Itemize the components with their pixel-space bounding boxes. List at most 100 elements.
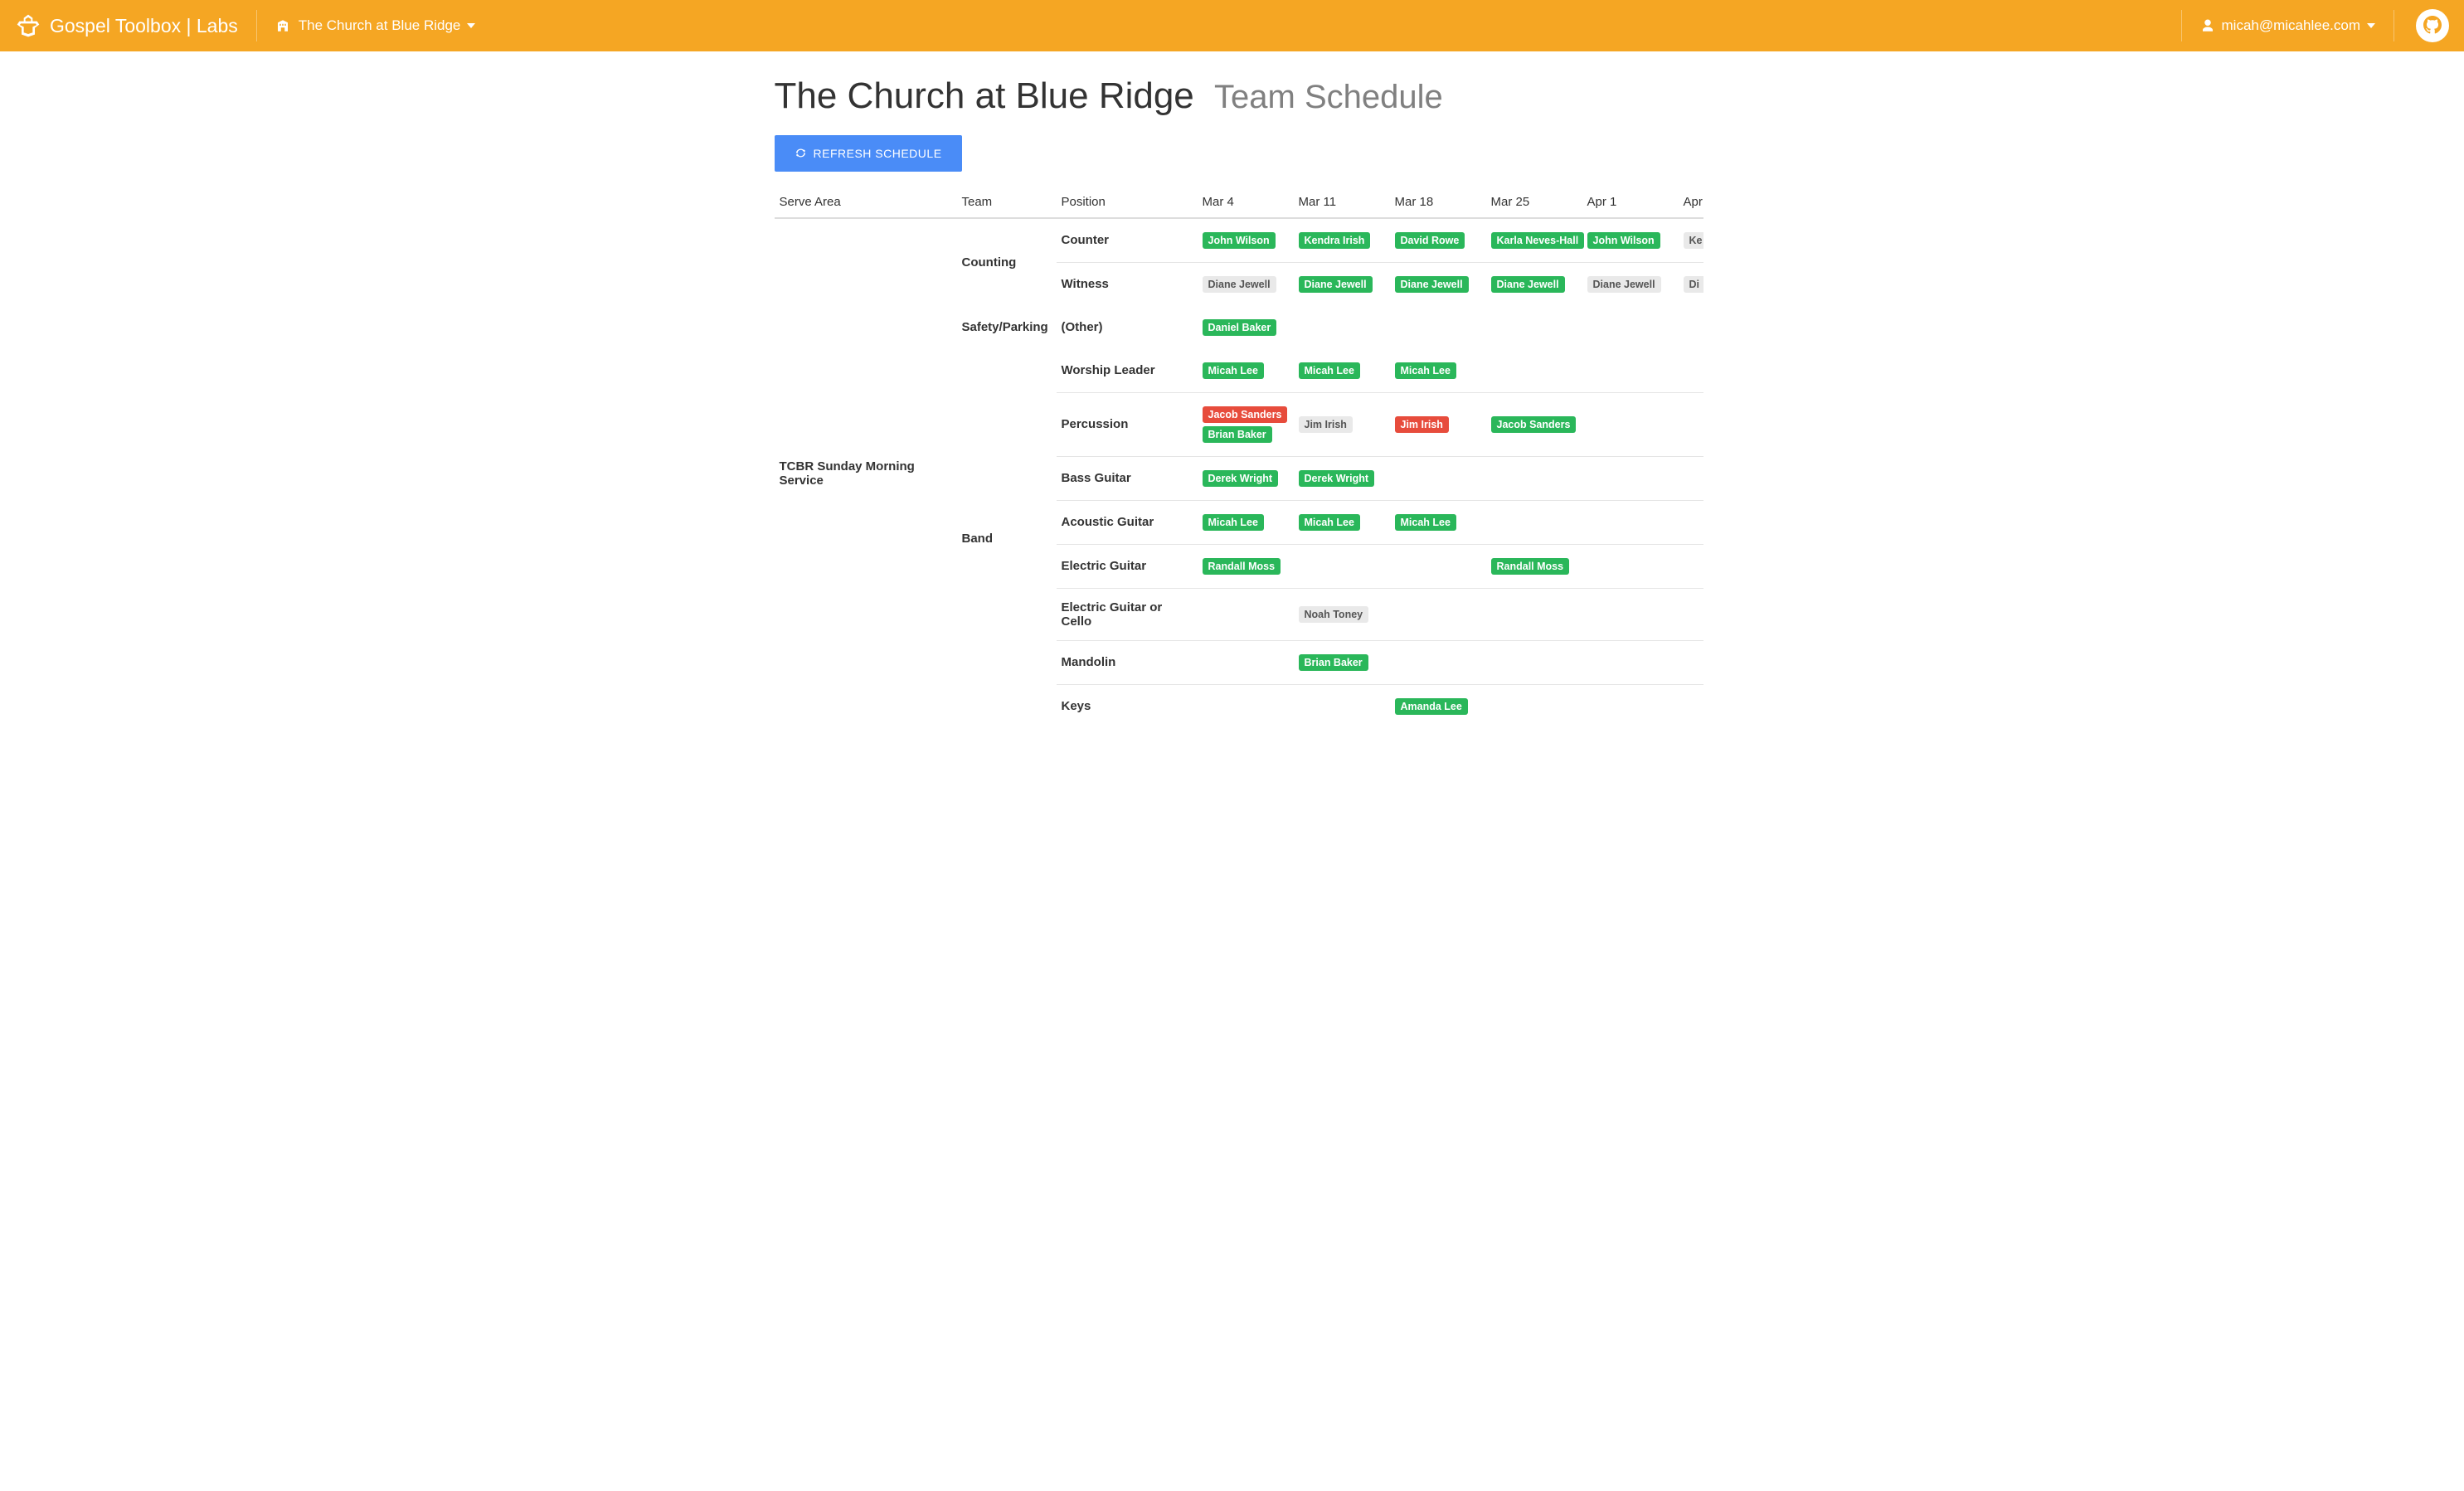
person-badge[interactable]: Brian Baker — [1299, 654, 1368, 671]
slot-cell: Micah Lee — [1198, 349, 1294, 393]
caret-down-icon — [467, 17, 475, 34]
slot-cell: Noah Toney — [1294, 588, 1390, 640]
position-cell: Percussion — [1057, 392, 1198, 456]
slot-cell: John Wilson — [1582, 218, 1679, 263]
slot-cell — [1679, 349, 1703, 393]
person-badge[interactable]: Di — [1684, 276, 1703, 293]
position-cell: Electric Guitar or Cello — [1057, 588, 1198, 640]
refresh-button[interactable]: REFRESH SCHEDULE — [775, 135, 962, 172]
slot-cell — [1679, 456, 1703, 500]
person-badge[interactable]: Ke — [1684, 232, 1703, 249]
slot-cell: Di — [1679, 262, 1703, 306]
person-badge[interactable]: Jacob Sanders — [1203, 406, 1288, 423]
person-badge[interactable]: Amanda Lee — [1395, 698, 1468, 715]
slot-cell — [1390, 544, 1486, 588]
slot-cell — [1294, 544, 1390, 588]
person-badge[interactable]: Micah Lee — [1395, 514, 1456, 531]
person-badge[interactable]: David Rowe — [1395, 232, 1465, 249]
position-cell: Bass Guitar — [1057, 456, 1198, 500]
title-sub: Team Schedule — [1214, 79, 1443, 115]
slot-cell — [1582, 684, 1679, 728]
slot-cell — [1486, 588, 1582, 640]
slot-cell — [1198, 640, 1294, 684]
slot-cell — [1582, 500, 1679, 544]
brand-link[interactable]: Gospel Toolbox | Labs — [15, 12, 238, 39]
position-cell: (Other) — [1057, 306, 1198, 349]
position-cell: Mandolin — [1057, 640, 1198, 684]
person-badge[interactable]: Micah Lee — [1395, 362, 1456, 379]
slot-cell — [1486, 306, 1582, 349]
person-badge[interactable]: Micah Lee — [1299, 362, 1360, 379]
person-badge[interactable]: Daniel Baker — [1203, 319, 1277, 336]
person-badge[interactable]: John Wilson — [1203, 232, 1276, 249]
person-badge[interactable]: Micah Lee — [1203, 362, 1264, 379]
user-email: micah@micahlee.com — [2222, 17, 2360, 34]
slot-cell: Brian Baker — [1294, 640, 1390, 684]
user-dropdown[interactable]: micah@micahlee.com — [2200, 17, 2375, 34]
person-badge[interactable]: Diane Jewell — [1299, 276, 1373, 293]
slot-cell: Diane Jewell — [1486, 262, 1582, 306]
person-badge[interactable]: Randall Moss — [1491, 558, 1570, 575]
person-badge[interactable]: Jacob Sanders — [1491, 416, 1577, 433]
person-badge[interactable]: Diane Jewell — [1203, 276, 1276, 293]
person-badge[interactable]: Kendra Irish — [1299, 232, 1371, 249]
slot-cell — [1679, 392, 1703, 456]
slot-cell — [1582, 588, 1679, 640]
slot-cell — [1486, 456, 1582, 500]
col-date-3: Mar 25 — [1486, 187, 1582, 218]
person-badge[interactable]: Randall Moss — [1203, 558, 1281, 575]
person-badge[interactable]: Micah Lee — [1299, 514, 1360, 531]
slot-cell — [1390, 640, 1486, 684]
title-main: The Church at Blue Ridge — [775, 75, 1194, 116]
slot-cell: Micah Lee — [1294, 500, 1390, 544]
github-button[interactable] — [2416, 9, 2449, 42]
person-badge[interactable]: Derek Wright — [1299, 470, 1375, 487]
building-icon — [275, 18, 290, 33]
slot-cell — [1582, 544, 1679, 588]
slot-cell — [1679, 640, 1703, 684]
slot-cell: David Rowe — [1390, 218, 1486, 263]
nav-divider — [2181, 10, 2182, 41]
person-badge[interactable]: Brian Baker — [1203, 426, 1272, 443]
slot-cell: Daniel Baker — [1198, 306, 1294, 349]
slot-cell: Jacob Sanders Brian Baker — [1198, 392, 1294, 456]
caret-down-icon — [2367, 17, 2375, 34]
person-badge[interactable]: John Wilson — [1587, 232, 1660, 249]
team-cell: Counting — [957, 218, 1057, 306]
main-container: The Church at Blue Ridge Team Schedule R… — [768, 51, 1697, 761]
slot-cell: Diane Jewell — [1390, 262, 1486, 306]
person-badge[interactable]: Karla Neves-Hall — [1491, 232, 1585, 249]
slot-cell — [1486, 349, 1582, 393]
slot-cell: Karla Neves-Hall — [1486, 218, 1582, 263]
position-cell: Witness — [1057, 262, 1198, 306]
slot-cell — [1294, 684, 1390, 728]
header-row: Serve Area Team Position Mar 4 Mar 11 Ma… — [775, 187, 1703, 218]
person-badge[interactable]: Noah Toney — [1299, 606, 1369, 623]
slot-cell — [1198, 684, 1294, 728]
slot-cell: Diane Jewell — [1294, 262, 1390, 306]
slot-cell — [1582, 456, 1679, 500]
person-badge[interactable]: Diane Jewell — [1587, 276, 1661, 293]
church-dropdown[interactable]: The Church at Blue Ridge — [275, 17, 476, 34]
schedule-table: Serve Area Team Position Mar 4 Mar 11 Ma… — [775, 187, 1703, 728]
slot-cell: Jim Irish — [1294, 392, 1390, 456]
person-badge[interactable]: Micah Lee — [1203, 514, 1264, 531]
person-badge[interactable]: Diane Jewell — [1395, 276, 1469, 293]
slot-cell: Micah Lee — [1294, 349, 1390, 393]
slot-cell: John Wilson — [1198, 218, 1294, 263]
slot-cell: Micah Lee — [1390, 500, 1486, 544]
slot-cell — [1582, 349, 1679, 393]
col-date-4: Apr 1 — [1582, 187, 1679, 218]
slot-cell: Amanda Lee — [1390, 684, 1486, 728]
person-badge[interactable]: Derek Wright — [1203, 470, 1279, 487]
slot-cell: Ke — [1679, 218, 1703, 263]
nav-right: micah@micahlee.com — [2163, 9, 2449, 42]
slot-cell — [1679, 544, 1703, 588]
person-badge[interactable]: Jim Irish — [1395, 416, 1449, 433]
slot-cell: Randall Moss — [1486, 544, 1582, 588]
serve-area-cell: TCBR Sunday Morning Service — [775, 218, 957, 728]
slot-cell — [1679, 588, 1703, 640]
church-name: The Church at Blue Ridge — [299, 17, 461, 34]
person-badge[interactable]: Jim Irish — [1299, 416, 1353, 433]
person-badge[interactable]: Diane Jewell — [1491, 276, 1565, 293]
